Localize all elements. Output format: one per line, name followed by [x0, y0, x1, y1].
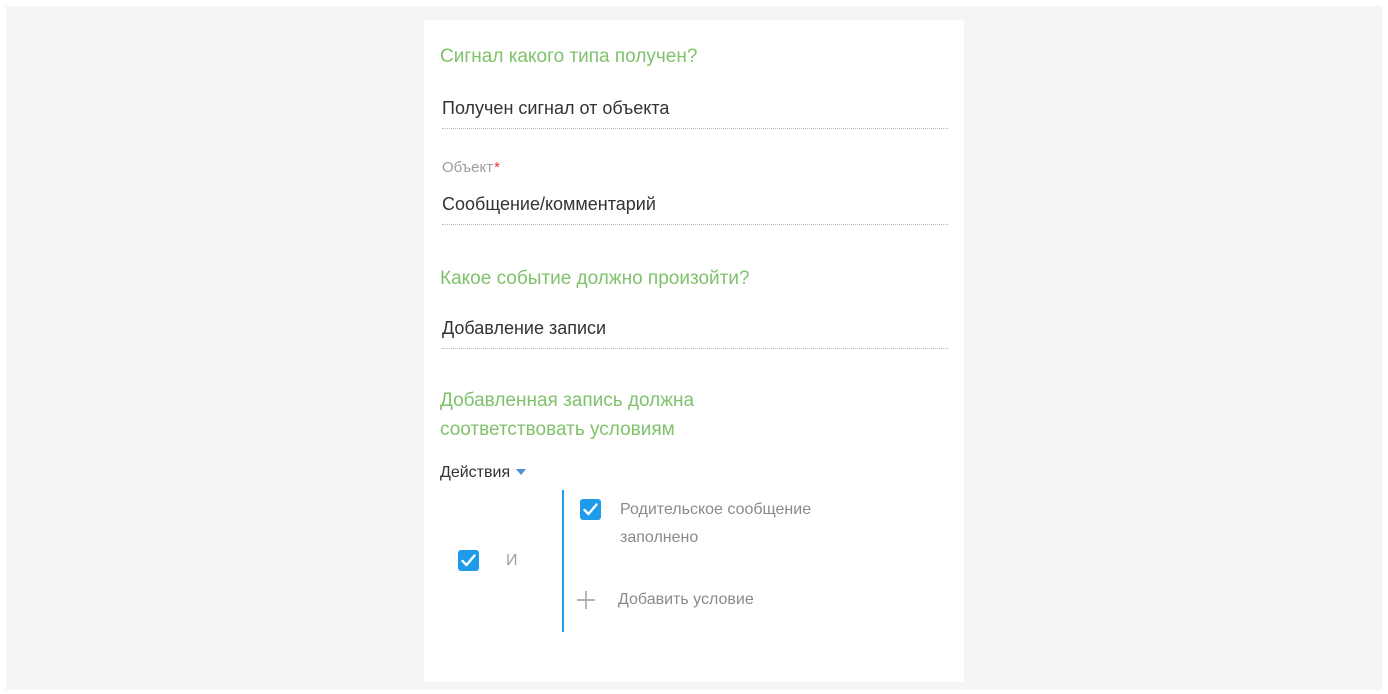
required-marker: * — [494, 159, 500, 176]
object-field-label: Объект* — [442, 158, 500, 178]
condition-text[interactable]: Родительское сообщение заполнено — [620, 496, 890, 552]
checkmark-icon — [461, 554, 476, 567]
object-label-text: Объект — [442, 159, 494, 176]
signal-type-field[interactable]: Получен сигнал от объекта — [442, 96, 948, 120]
plus-icon — [577, 591, 595, 609]
conditions-heading-line1: Добавленная запись должна — [440, 390, 695, 411]
group-operator-label[interactable]: И — [506, 550, 518, 572]
conditions-heading-line2: соответствовать условиям — [440, 419, 675, 440]
signal-type-heading: Сигнал какого типа получен? — [440, 46, 698, 67]
signal-type-underline — [442, 128, 948, 129]
condition-text-line1: Родительское сообщение — [620, 501, 812, 518]
group-checkbox[interactable] — [458, 550, 479, 571]
event-type-field[interactable]: Добавление записи — [442, 316, 948, 340]
condition-checkbox[interactable] — [580, 499, 601, 520]
condition-text-line2: заполнено — [620, 529, 699, 546]
conditions-heading: Добавленная запись должна соответствоват… — [440, 386, 860, 444]
condition-group-line — [562, 490, 564, 632]
add-condition-label: Добавить условие — [618, 591, 754, 608]
object-field-underline — [442, 224, 948, 225]
signal-settings-panel: Сигнал какого типа получен? Получен сигн… — [424, 20, 964, 682]
caret-down-icon — [516, 469, 527, 475]
actions-dropdown[interactable]: Действия — [440, 462, 527, 484]
event-type-underline — [442, 348, 948, 349]
event-heading: Какое событие должно произойти? — [440, 268, 750, 289]
actions-label: Действия — [440, 464, 511, 481]
object-field[interactable]: Сообщение/комментарий — [442, 192, 948, 216]
checkmark-icon — [583, 503, 598, 516]
